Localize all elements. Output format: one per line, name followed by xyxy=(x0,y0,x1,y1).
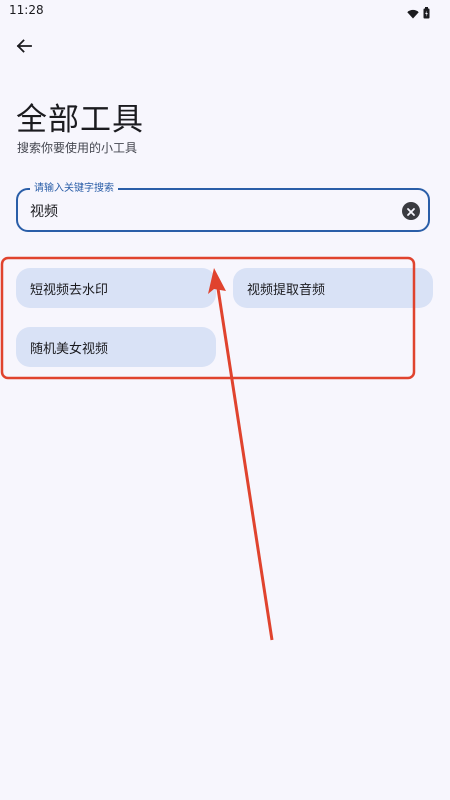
status-time: 11:28 xyxy=(9,3,44,17)
tool-chip-extract-audio[interactable]: 视频提取音频 xyxy=(233,268,433,308)
tool-chip-label: 视频提取音频 xyxy=(247,282,326,298)
tool-chip-random-video[interactable]: 随机美女视频 xyxy=(16,327,216,367)
search-label: 请输入关键字搜索 xyxy=(30,182,118,196)
tool-chip-watermark-remover[interactable]: 短视频去水印 xyxy=(16,268,216,308)
clear-search-button[interactable] xyxy=(402,202,420,220)
search-field[interactable]: 请输入关键字搜索 xyxy=(16,182,430,232)
wifi-icon xyxy=(407,4,419,23)
search-input[interactable] xyxy=(30,200,390,222)
status-icons xyxy=(407,4,430,23)
tool-chip-label: 随机美女视频 xyxy=(30,341,109,357)
arrow-left-icon xyxy=(16,38,32,58)
back-button[interactable] xyxy=(10,34,38,62)
pointer-arrow xyxy=(215,281,274,641)
tools-page: 11:28 全部工具 搜索你要使用的小工具 请输入关键字搜索 视频 短视频去水印… xyxy=(0,0,450,800)
status-bar: 11:28 xyxy=(0,0,450,22)
tool-chip-label: 短视频去水印 xyxy=(30,282,109,298)
page-subtitle: 搜索你要使用的小工具 xyxy=(17,141,138,155)
page-title: 全部工具 xyxy=(16,102,144,138)
battery-icon xyxy=(423,4,430,23)
clear-circle-icon xyxy=(406,202,416,221)
